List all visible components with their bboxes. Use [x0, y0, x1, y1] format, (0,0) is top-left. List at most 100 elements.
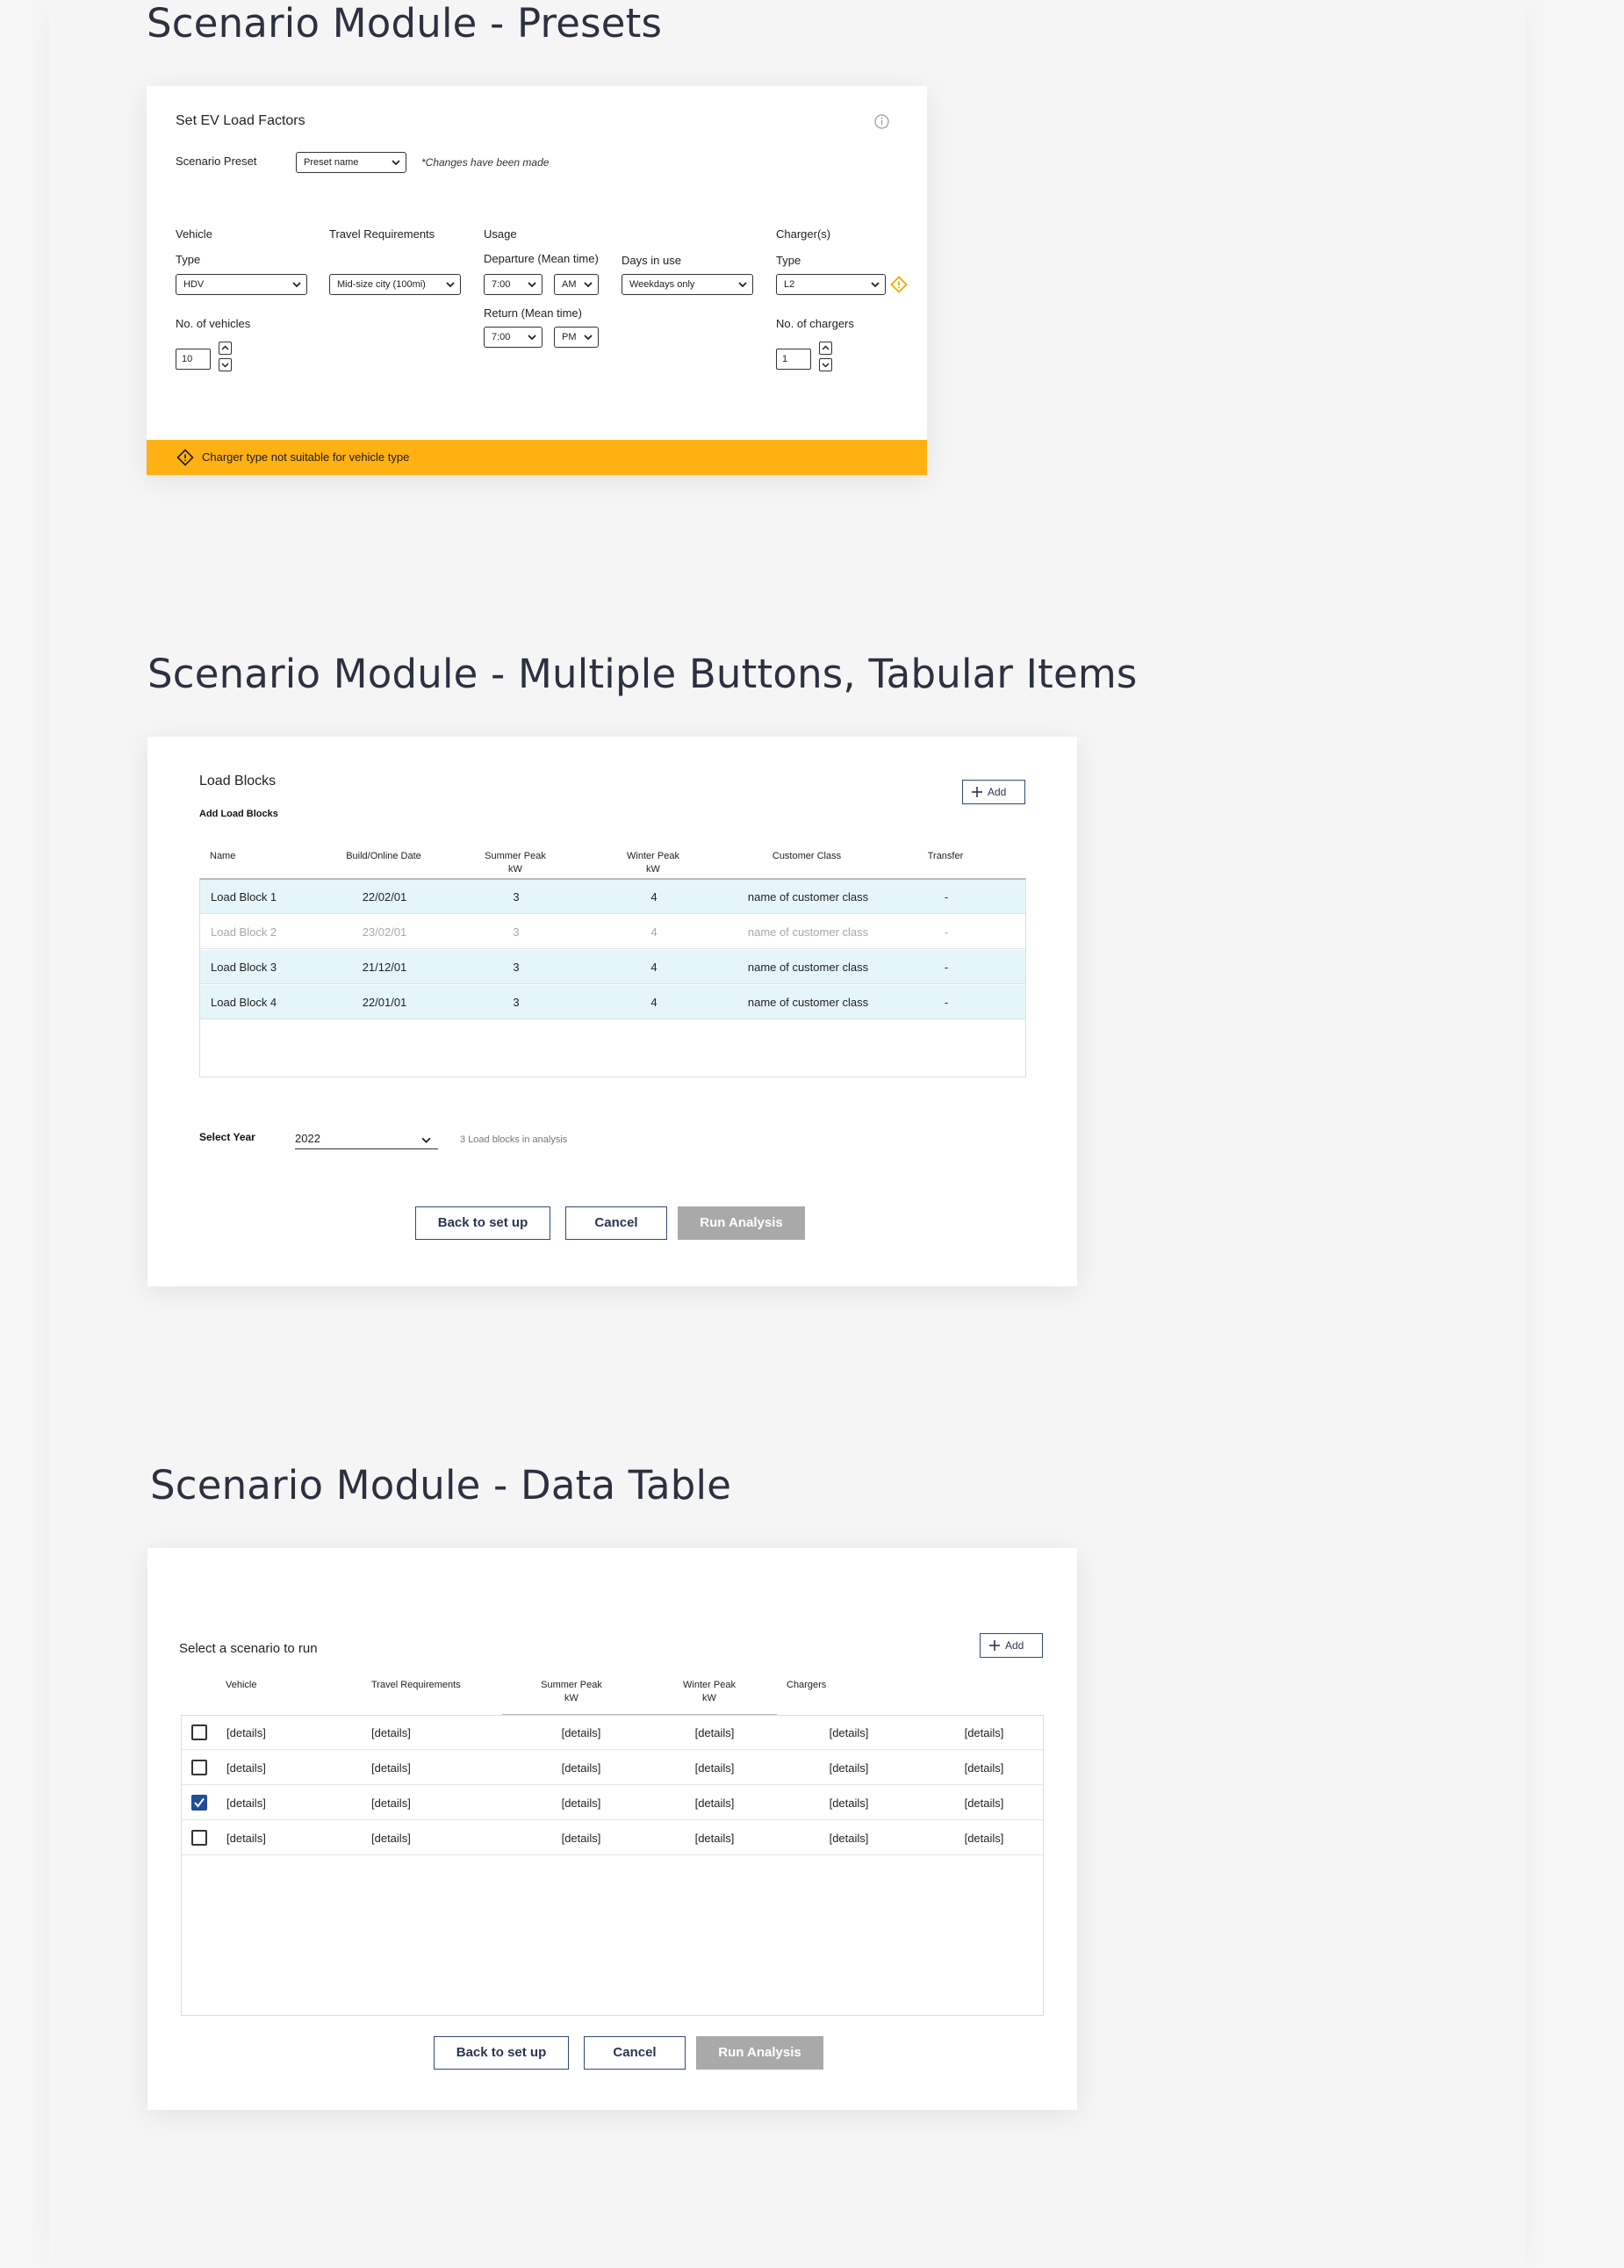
- cell-winter: 4: [650, 925, 658, 939]
- num-vehicles-input[interactable]: 10: [176, 349, 211, 370]
- cell-date: 21/12/01: [362, 961, 407, 974]
- add-label: Add: [988, 786, 1007, 798]
- col-header-date: Build/Online Date: [346, 851, 421, 861]
- vehicles-increment-button[interactable]: [219, 342, 232, 355]
- charger-header: Charger(s): [776, 227, 831, 241]
- section-title-presets: Scenario Module - Presets: [147, 0, 663, 47]
- travel-value: Mid-size city (100mi): [337, 279, 426, 290]
- departure-time-select[interactable]: 7:00: [484, 274, 543, 295]
- charger-type-select[interactable]: L2: [776, 274, 886, 295]
- chevron-down-icon: [221, 363, 229, 368]
- cell-winter: 4: [650, 996, 658, 1009]
- back-to-setup-button[interactable]: Back to set up: [434, 2036, 569, 2070]
- row-checkbox[interactable]: [191, 1795, 207, 1811]
- back-to-setup-button[interactable]: Back to set up: [415, 1206, 550, 1240]
- chevron-down-icon: [528, 282, 536, 288]
- cell-winter: 4: [650, 961, 658, 974]
- run-analysis-button[interactable]: Run Analysis: [678, 1206, 805, 1240]
- table-row[interactable]: Load Block 1 22/02/01 3 4 name of custom…: [200, 880, 1025, 914]
- vehicles-decrement-button[interactable]: [219, 358, 232, 371]
- cell-date: 22/01/01: [362, 996, 407, 1009]
- cell-travel: [details]: [371, 1832, 411, 1845]
- departure-ampm-select[interactable]: AM: [554, 274, 599, 295]
- year-value: 2022: [295, 1132, 320, 1145]
- row-checkbox[interactable]: [191, 1830, 207, 1846]
- table-row[interactable]: Load Block 2 23/02/01 3 4 name of custom…: [200, 915, 1025, 949]
- cell-chargers: [details]: [829, 1832, 869, 1845]
- travel-header: Travel Requirements: [329, 227, 435, 241]
- charger-type-value: L2: [784, 279, 795, 290]
- cell-summer: [details]: [561, 1726, 601, 1739]
- cell-summer: [details]: [561, 1832, 601, 1845]
- add-load-block-button[interactable]: Add: [962, 780, 1025, 804]
- col-header-summer: Summer Peak kW: [541, 1680, 602, 1703]
- cell-summer: 3: [513, 890, 520, 904]
- table-row[interactable]: [details] [details] [details] [details] …: [182, 1751, 1043, 1785]
- checkmark-icon: [194, 1797, 205, 1808]
- ev-load-factors-card: Set EV Load Factors Scenario Preset Pres…: [147, 86, 927, 475]
- vehicle-header: Vehicle: [176, 227, 212, 241]
- usage-header: Usage: [484, 227, 517, 241]
- data-table-card: Select a scenario to run Add Vehicle Tra…: [147, 1548, 1077, 2110]
- table-row[interactable]: Load Block 3 21/12/01 3 4 name of custom…: [200, 950, 1025, 984]
- cell-customer: name of customer class: [747, 961, 869, 974]
- return-time-select[interactable]: 7:00: [484, 327, 543, 348]
- cell-chargers: [details]: [829, 1726, 869, 1739]
- plus-icon: [972, 787, 982, 797]
- row-checkbox[interactable]: [191, 1724, 207, 1740]
- table-row[interactable]: [details] [details] [details] [details] …: [182, 1786, 1043, 1820]
- cell-vehicle: [details]: [226, 1761, 266, 1775]
- cell-extra: [details]: [964, 1796, 1004, 1810]
- return-ampm-select[interactable]: PM: [554, 327, 599, 348]
- chevron-up-icon: [221, 345, 229, 350]
- col-header-name: Name: [210, 851, 236, 861]
- chevron-down-icon: [292, 282, 301, 288]
- travel-select[interactable]: Mid-size city (100mi): [329, 274, 461, 295]
- cell-vehicle: [details]: [226, 1726, 266, 1739]
- scenario-preset-select[interactable]: Preset name: [296, 152, 406, 173]
- departure-ampm-value: AM: [562, 279, 577, 290]
- select-year-label: Select Year: [199, 1131, 255, 1143]
- cell-winter: [details]: [694, 1832, 735, 1845]
- col-header-transfer: Transfer: [927, 851, 964, 861]
- num-chargers-input[interactable]: 1: [776, 349, 811, 370]
- cell-summer: 3: [513, 961, 520, 974]
- table-row[interactable]: [details] [details] [details] [details] …: [182, 1821, 1043, 1855]
- cell-extra: [details]: [964, 1761, 1004, 1775]
- card-title: Set EV Load Factors: [176, 113, 305, 128]
- chargers-decrement-button[interactable]: [819, 358, 832, 371]
- cell-winter: 4: [650, 890, 658, 904]
- chevron-down-icon: [584, 282, 593, 288]
- col-header-chargers: Chargers: [787, 1680, 827, 1690]
- warning-text: Charger type not suitable for vehicle ty…: [202, 450, 410, 464]
- col-header-summer: Summer Peak kW: [485, 851, 546, 875]
- cell-vehicle: [details]: [226, 1796, 266, 1810]
- year-select[interactable]: 2022: [295, 1128, 438, 1149]
- table-row[interactable]: [details] [details] [details] [details] …: [182, 1716, 1043, 1750]
- analysis-count-note: 3 Load blocks in analysis: [460, 1134, 568, 1145]
- days-select[interactable]: Weekdays only: [622, 274, 753, 295]
- cell-chargers: [details]: [829, 1761, 869, 1775]
- chevron-down-icon: [738, 282, 747, 288]
- cell-winter: [details]: [694, 1796, 735, 1810]
- vehicle-type-select[interactable]: HDV: [176, 274, 307, 295]
- row-checkbox[interactable]: [191, 1760, 207, 1775]
- chargers-increment-button[interactable]: [819, 342, 832, 355]
- cancel-button[interactable]: Cancel: [584, 2036, 686, 2070]
- card-title: Load Blocks: [199, 774, 277, 788]
- cancel-button[interactable]: Cancel: [565, 1206, 667, 1240]
- info-icon[interactable]: [874, 114, 889, 133]
- table-row[interactable]: Load Block 4 22/01/01 3 4 name of custom…: [200, 985, 1025, 1019]
- cell-travel: [details]: [371, 1796, 411, 1810]
- vehicle-type-value: HDV: [183, 279, 205, 290]
- chevron-down-icon: [528, 335, 536, 341]
- cell-travel: [details]: [371, 1761, 411, 1775]
- cell-transfer: -: [944, 925, 949, 939]
- num-chargers-label: No. of chargers: [776, 317, 854, 330]
- col-header-customer: Customer Class: [772, 851, 842, 861]
- load-blocks-card: Load Blocks Add Load Blocks Add Name Bui…: [147, 737, 1077, 1286]
- run-analysis-button[interactable]: Run Analysis: [696, 2036, 823, 2070]
- cell-customer: name of customer class: [747, 996, 869, 1009]
- warning-diamond-icon: [890, 276, 908, 298]
- add-scenario-button[interactable]: Add: [980, 1633, 1043, 1658]
